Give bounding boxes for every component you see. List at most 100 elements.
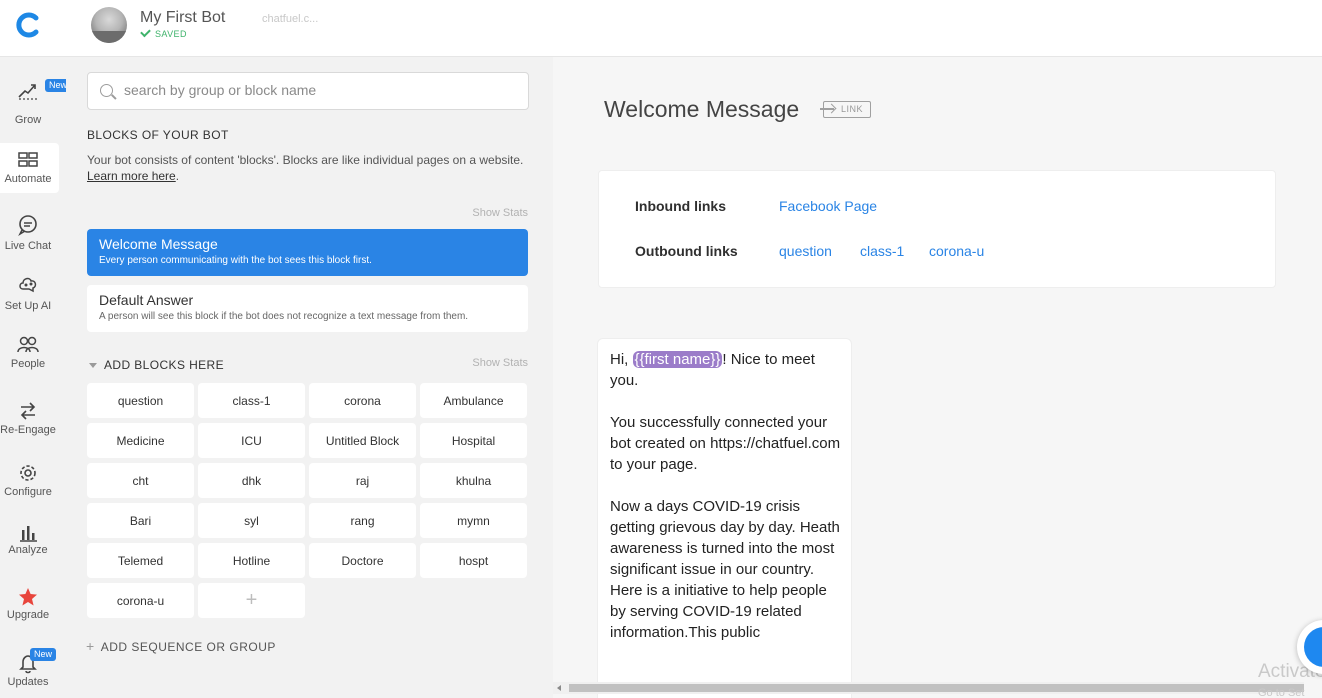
nav-grow[interactable]: New Grow	[0, 79, 72, 129]
chat-bubble-icon	[18, 215, 37, 236]
nav-updates[interactable]: New Updates	[0, 648, 59, 698]
block-title[interactable]: Welcome Message	[604, 96, 799, 123]
message-prefix: Hi,	[610, 351, 633, 368]
block-tile[interactable]: Medicine	[87, 423, 194, 458]
people-icon	[17, 336, 39, 353]
bot-name[interactable]: My First Bot	[140, 9, 225, 27]
nav-automate[interactable]: Automate	[0, 143, 59, 193]
block-title: Default Answer	[99, 292, 194, 308]
nav-label-people: People	[10, 358, 46, 370]
search-icon	[100, 84, 113, 97]
nav-configure[interactable]: Configure	[0, 462, 59, 512]
automate-icon	[18, 152, 38, 167]
ai-brain-icon	[19, 277, 37, 293]
block-grid: question class-1 corona Ambulance Medici…	[87, 383, 529, 618]
block-tile[interactable]: Untitled Block	[309, 423, 416, 458]
link-arrow-icon	[820, 108, 834, 110]
search-input[interactable]	[124, 82, 514, 98]
gear-icon	[20, 465, 36, 481]
block-tile[interactable]: rang	[309, 503, 416, 538]
first-name-variable[interactable]: {{first name}}	[632, 351, 723, 368]
star-icon	[19, 588, 37, 606]
inbound-link[interactable]: Facebook Page	[779, 198, 877, 214]
block-search[interactable]	[87, 72, 529, 110]
add-block-button[interactable]: +	[198, 583, 305, 618]
scrollbar-thumb[interactable]	[569, 684, 1304, 692]
text-card[interactable]: Hi, {{first name}}! Nice to meet you. Yo…	[597, 338, 852, 698]
add-sequence-label: ADD SEQUENCE OR GROUP	[100, 640, 276, 654]
block-tile[interactable]: syl	[198, 503, 305, 538]
block-editor: Welcome Message LINK Inbound links Faceb…	[553, 57, 1322, 698]
messenger-icon	[1304, 627, 1322, 667]
block-tile[interactable]: Ambulance	[420, 383, 527, 418]
nav-label-analyze: Analyze	[8, 544, 48, 556]
nav-set-up-ai[interactable]: Set Up AI	[0, 274, 59, 324]
message-body: ! Nice to meet you. You successfully con…	[610, 351, 841, 641]
block-tile[interactable]: Hospital	[420, 423, 527, 458]
top-bar: My First Bot SAVED chatfuel.c...	[0, 0, 1322, 57]
block-subtitle: Every person communicating with the bot …	[99, 255, 372, 266]
plus-icon: +	[86, 638, 95, 654]
nav-label-grow: Grow	[14, 114, 42, 126]
block-tile[interactable]: hospt	[420, 543, 527, 578]
nav-upgrade[interactable]: Upgrade	[0, 586, 59, 636]
blocks-panel: BLOCKS OF YOUR BOT Your bot consists of …	[66, 57, 553, 698]
inbound-links-label: Inbound links	[635, 198, 726, 214]
bar-chart-icon	[20, 526, 37, 542]
outbound-links-label: Outbound links	[635, 243, 738, 259]
block-subtitle: A person will see this block if the bot …	[99, 311, 469, 322]
nav-label-live-chat: Live Chat	[4, 240, 52, 252]
block-tile[interactable]: question	[87, 383, 194, 418]
nav-analyze[interactable]: Analyze	[0, 522, 59, 572]
group-header[interactable]: ADD BLOCKS HERE	[89, 358, 224, 372]
link-button[interactable]: LINK	[820, 101, 871, 118]
block-tile[interactable]: Telemed	[87, 543, 194, 578]
swap-arrows-icon	[20, 402, 36, 420]
nav-label-configure: Configure	[4, 486, 52, 498]
block-tile[interactable]: mymn	[420, 503, 527, 538]
block-tile[interactable]: class-1	[198, 383, 305, 418]
block-welcome-message[interactable]: Welcome Message Every person communicati…	[87, 229, 528, 276]
nav-people[interactable]: People	[0, 334, 59, 384]
saved-label: SAVED	[155, 29, 187, 39]
chatfuel-logo-icon[interactable]	[14, 10, 44, 40]
block-tile[interactable]: Hotline	[198, 543, 305, 578]
block-tile[interactable]: khulna	[420, 463, 527, 498]
message-text[interactable]: Hi, {{first name}}! Nice to meet you. Yo…	[610, 349, 846, 643]
show-stats-link[interactable]: Show Stats	[472, 357, 528, 369]
links-card: Inbound links Facebook Page Outbound lin…	[598, 170, 1276, 288]
outbound-link[interactable]: corona-u	[929, 243, 984, 259]
block-tile[interactable]: raj	[309, 463, 416, 498]
nav-label-set-up-ai: Set Up AI	[4, 300, 52, 312]
bot-avatar[interactable]	[91, 7, 127, 43]
horizontal-scrollbar[interactable]	[553, 682, 1304, 694]
nav-live-chat[interactable]: Live Chat	[0, 214, 59, 264]
block-tile[interactable]: Doctore	[309, 543, 416, 578]
block-tile[interactable]: corona	[309, 383, 416, 418]
nav-label-automate: Automate	[4, 173, 52, 185]
block-tile[interactable]: dhk	[198, 463, 305, 498]
outbound-link[interactable]: class-1	[860, 243, 904, 259]
block-tile[interactable]: Bari	[87, 503, 194, 538]
nav-label-upgrade: Upgrade	[6, 609, 50, 621]
saved-status: SAVED	[140, 26, 187, 39]
block-tile[interactable]: cht	[87, 463, 194, 498]
show-stats-link[interactable]: Show Stats	[472, 207, 528, 219]
block-tile[interactable]: corona-u	[87, 583, 194, 618]
link-label: LINK	[841, 104, 864, 114]
learn-more-link[interactable]: Learn more here	[87, 169, 176, 183]
grow-icon	[18, 84, 37, 100]
new-badge: New	[30, 648, 57, 661]
block-default-answer[interactable]: Default Answer A person will see this bl…	[87, 285, 528, 332]
check-icon	[140, 26, 151, 38]
collapse-triangle-icon	[89, 363, 97, 368]
activate-watermark-sub: Go to Set	[1258, 687, 1305, 698]
blocks-description: Your bot consists of content 'blocks'. B…	[87, 153, 524, 183]
outbound-link[interactable]: question	[779, 243, 832, 259]
block-tile[interactable]: ICU	[198, 423, 305, 458]
nav-label-re-engage: Re-Engage	[0, 424, 56, 436]
nav-re-engage[interactable]: Re-Engage	[0, 400, 59, 450]
add-sequence-button[interactable]: + ADD SEQUENCE OR GROUP	[86, 638, 276, 654]
bot-url[interactable]: chatfuel.c...	[262, 13, 318, 25]
scroll-left-arrow-icon[interactable]	[557, 685, 561, 691]
